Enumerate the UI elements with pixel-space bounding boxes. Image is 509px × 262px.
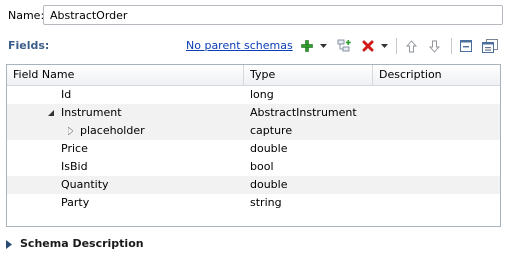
field-type-cell: long xyxy=(250,88,274,101)
column-header-description[interactable]: Description xyxy=(373,65,500,85)
name-label: Name: xyxy=(8,9,45,22)
arrow-down-icon[interactable] xyxy=(427,37,441,55)
field-type-cell: double xyxy=(250,178,288,191)
fields-label: Fields: xyxy=(8,39,50,52)
table-row[interactable]: placeholder capture xyxy=(7,122,500,140)
schema-editor: Name: Fields: No parent schemas xyxy=(0,0,509,262)
table-row[interactable]: Quantity double xyxy=(7,176,500,194)
table-row[interactable]: IsBid bool xyxy=(7,158,500,176)
fields-table: Field Name Type Description Id long Inst… xyxy=(6,64,501,227)
field-name-cell: IsBid xyxy=(61,160,88,173)
field-name-cell: Instrument xyxy=(61,106,122,119)
field-name-cell: Party xyxy=(61,196,90,209)
arrow-up-icon[interactable] xyxy=(404,37,418,55)
add-menu-arrow-icon[interactable] xyxy=(318,37,328,55)
add-icon[interactable] xyxy=(300,37,314,55)
table-row[interactable]: Instrument AbstractInstrument xyxy=(7,104,500,122)
table-row[interactable]: Price double xyxy=(7,140,500,158)
table-row[interactable]: Party string xyxy=(7,194,500,212)
table-header: Field Name Type Description xyxy=(7,65,500,86)
delete-menu-arrow-icon[interactable] xyxy=(379,37,389,55)
field-type-cell: capture xyxy=(250,124,293,137)
delete-icon[interactable] xyxy=(361,37,375,55)
no-parent-schemas-link[interactable]: No parent schemas xyxy=(186,39,293,52)
collapse-all-icon[interactable] xyxy=(459,37,473,55)
schema-description-label: Schema Description xyxy=(20,237,144,250)
add-child-icon[interactable] xyxy=(336,37,352,55)
field-type-cell: string xyxy=(250,196,282,209)
column-header-type[interactable]: Type xyxy=(244,65,373,85)
column-header-field-name[interactable]: Field Name xyxy=(7,65,244,85)
table-row[interactable]: Id long xyxy=(7,86,500,104)
collapsed-triangle-icon[interactable] xyxy=(6,239,12,252)
field-name-cell: placeholder xyxy=(80,124,145,137)
field-type-cell: AbstractInstrument xyxy=(250,106,357,119)
name-row: Name: xyxy=(0,5,509,27)
expand-all-icon[interactable] xyxy=(481,37,499,55)
field-name-cell: Id xyxy=(61,88,72,101)
field-type-cell: bool xyxy=(250,160,274,173)
toolbar-separator xyxy=(396,38,397,54)
expanded-triangle-icon[interactable] xyxy=(45,104,57,122)
fields-header: Fields: No parent schemas xyxy=(0,35,509,57)
name-input[interactable] xyxy=(43,5,503,25)
field-name-cell: Quantity xyxy=(61,178,109,191)
toolbar-separator xyxy=(451,38,452,54)
field-type-cell: double xyxy=(250,142,288,155)
field-name-cell: Price xyxy=(61,142,88,155)
table-body: Id long Instrument AbstractInstrument pl… xyxy=(7,86,500,212)
collapsed-triangle-icon[interactable] xyxy=(64,122,76,140)
